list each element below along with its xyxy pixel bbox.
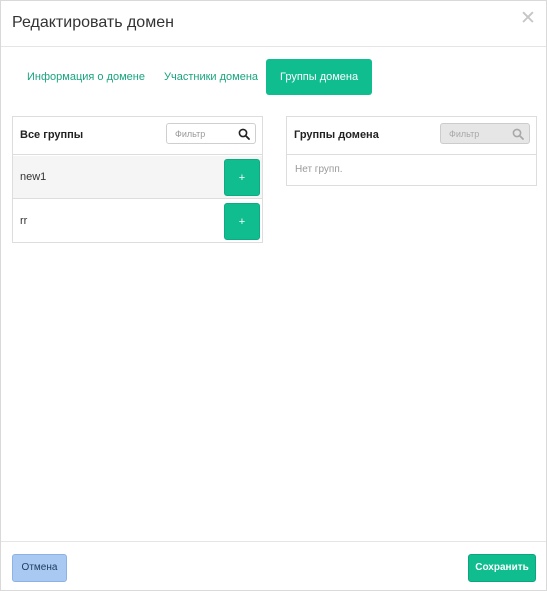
empty-groups-message: Нет групп. [295,164,343,175]
all-groups-panel: Все группы new1 + rr + [12,116,263,243]
group-name: rr [20,215,28,227]
all-groups-title: Все группы [20,129,84,141]
group-row-rr: rr + [13,200,262,243]
all-groups-filter-input[interactable] [167,124,237,143]
search-icon [512,128,524,140]
add-group-button[interactable]: + [224,159,260,196]
group-row-new1: new1 + [13,156,262,199]
modal-header: Редактировать домен ✕ [1,1,546,47]
all-groups-filter [166,123,256,144]
modal-title: Редактировать домен [12,14,174,31]
tab-domain-groups[interactable]: Группы домена [266,59,373,95]
domain-groups-filter [440,123,530,144]
tab-domain-members[interactable]: Участники домена [164,59,258,95]
domain-groups-filter-input[interactable] [441,124,511,143]
close-icon[interactable]: ✕ [520,9,536,28]
all-groups-header: Все группы [13,117,262,155]
domain-groups-title: Группы домена [294,129,379,141]
domain-groups-panel: Группы домена Нет групп. [286,116,537,186]
search-icon[interactable] [238,128,250,140]
tab-domain-info[interactable]: Информация о домене [27,59,145,95]
domain-groups-header: Группы домена [287,117,536,155]
group-name: new1 [20,171,47,183]
save-button[interactable]: Сохранить [468,554,536,582]
modal-footer: Отмена Сохранить [1,541,546,590]
edit-domain-modal: Редактировать домен ✕ Информация о домен… [0,0,547,591]
cancel-button[interactable]: Отмена [12,554,67,582]
add-group-button[interactable]: + [224,203,260,240]
